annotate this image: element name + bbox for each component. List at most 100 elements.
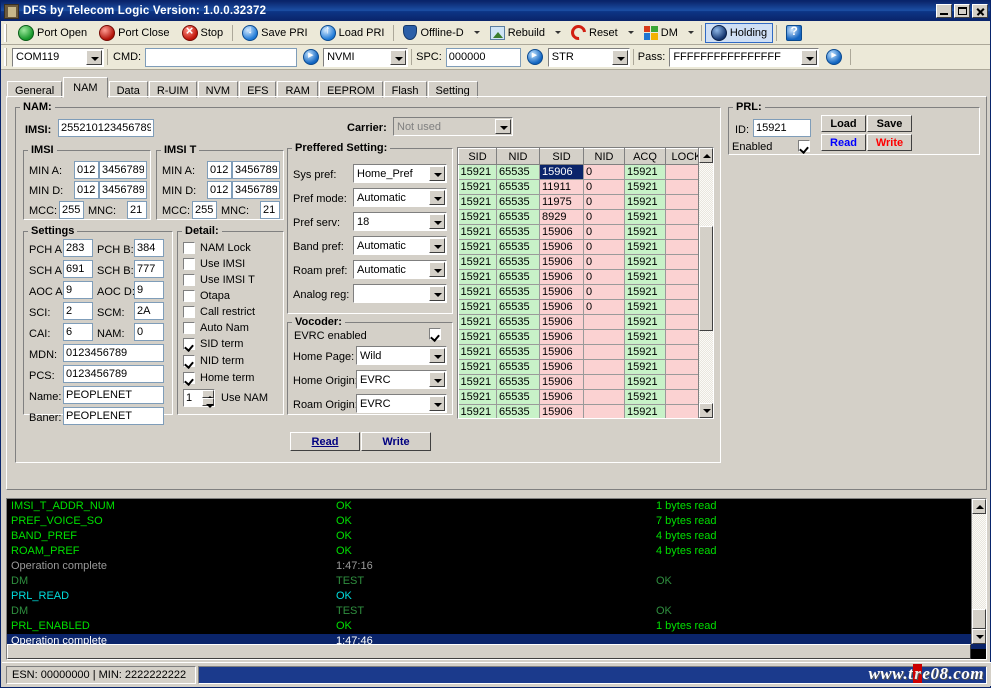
- cell-sid1[interactable]: 15921: [458, 329, 497, 345]
- cell-nid1[interactable]: 65535: [496, 269, 540, 285]
- cell-nid1[interactable]: 65535: [496, 344, 540, 360]
- column-nid2[interactable]: NID: [583, 148, 625, 165]
- cell-sid1[interactable]: 15921: [458, 344, 497, 360]
- spinner-down-icon[interactable]: [202, 398, 214, 408]
- detail-home-term[interactable]: Home term: [183, 370, 254, 385]
- imsi-min-d-1[interactable]: [74, 181, 99, 199]
- use-nam-spinner[interactable]: 1: [183, 389, 215, 408]
- baner-input[interactable]: [63, 407, 164, 425]
- band-pref-select[interactable]: Automatic: [353, 236, 447, 255]
- column-nid1[interactable]: NID: [496, 148, 540, 165]
- chevron-down-icon[interactable]: [429, 396, 445, 411]
- chevron-down-icon[interactable]: [429, 238, 445, 253]
- cell-nid2[interactable]: 0: [583, 194, 625, 210]
- column-sid2[interactable]: SID: [539, 148, 584, 165]
- list-item[interactable]: PRL_ENABLED OK 1 bytes read: [7, 619, 986, 634]
- cell-nid2[interactable]: [583, 344, 625, 360]
- chevron-down-icon[interactable]: [390, 49, 407, 65]
- pch-a-input[interactable]: [63, 239, 93, 257]
- imsi-mnc-input[interactable]: [127, 201, 147, 219]
- toolbar-grip[interactable]: [4, 23, 9, 42]
- scroll-down-icon[interactable]: [972, 629, 986, 644]
- cell-acq[interactable]: 15921: [624, 374, 666, 390]
- scroll-up-icon[interactable]: [699, 148, 713, 163]
- cell-nid2[interactable]: [583, 314, 625, 330]
- port-close-button[interactable]: Port Close: [93, 23, 175, 43]
- table-row[interactable]: 15921 65535 15906 0 15921: [458, 254, 708, 270]
- imsi-t-mcc-input[interactable]: [192, 201, 217, 219]
- cell-acq[interactable]: 15921: [624, 254, 666, 270]
- cell-sid2[interactable]: 15906: [539, 254, 584, 270]
- prl-write-button[interactable]: Write: [867, 134, 912, 151]
- nam-write-button[interactable]: Write: [361, 432, 431, 451]
- home-page-select[interactable]: Wild: [356, 346, 447, 365]
- scroll-thumb[interactable]: [972, 609, 986, 629]
- cell-nid2[interactable]: 0: [583, 224, 625, 240]
- cell-acq[interactable]: 15921: [624, 389, 666, 405]
- cell-sid2[interactable]: 15906: [539, 374, 584, 390]
- checkbox-icon[interactable]: [183, 273, 195, 286]
- scroll-track-top[interactable]: [699, 163, 713, 226]
- cmd-input[interactable]: [145, 47, 298, 67]
- cell-acq[interactable]: 15921: [624, 194, 666, 210]
- list-item[interactable]: IMSI_T_ADDR_NUM OK 1 bytes read: [7, 499, 986, 514]
- chevron-down-icon[interactable]: [801, 49, 818, 65]
- cell-sid1[interactable]: 15921: [458, 374, 497, 390]
- cell-nid2[interactable]: 0: [583, 299, 625, 315]
- cell-sid2[interactable]: 8929: [539, 209, 584, 225]
- cell-sid2[interactable]: 11975: [539, 194, 584, 210]
- cell-nid2[interactable]: 0: [583, 209, 625, 225]
- cell-nid1[interactable]: 65535: [496, 299, 540, 315]
- tab-nam[interactable]: NAM: [63, 77, 108, 98]
- aoc-d-input[interactable]: [134, 281, 164, 299]
- cai-input[interactable]: [63, 323, 93, 341]
- checkbox-icon[interactable]: [183, 371, 195, 384]
- home-origin-select[interactable]: EVRC: [356, 370, 447, 389]
- chevron-down-icon[interactable]: [611, 49, 628, 65]
- analog-reg-select[interactable]: [353, 284, 447, 303]
- close-button[interactable]: [972, 4, 988, 18]
- chevron-down-icon[interactable]: [429, 190, 445, 205]
- port-open-button[interactable]: Port Open: [12, 23, 93, 43]
- log-panel[interactable]: IMSI_T_ADDR_NUM OK 1 bytes read PREF_VOICE_…: [6, 498, 987, 660]
- cell-sid2[interactable]: 15906: [539, 314, 584, 330]
- table-row[interactable]: 15921 65535 15906 15921: [458, 329, 708, 345]
- chevron-down-icon[interactable]: [555, 31, 561, 34]
- detail-auto-nam[interactable]: Auto Nam: [183, 320, 249, 335]
- cell-nid1[interactable]: 65535: [496, 254, 540, 270]
- detail-use-imsi[interactable]: Use IMSI: [183, 256, 245, 271]
- detail-nam-lock[interactable]: NAM Lock: [183, 240, 251, 255]
- scroll-down-icon[interactable]: [699, 403, 713, 418]
- cell-nid2[interactable]: [583, 389, 625, 405]
- cell-sid2[interactable]: 11911: [539, 179, 584, 195]
- cell-sid1[interactable]: 15921: [458, 224, 497, 240]
- cell-sid2[interactable]: 15906: [539, 404, 584, 418]
- spinner-up-icon[interactable]: [202, 390, 214, 400]
- table-row[interactable]: 15921 65535 15906 15921: [458, 374, 708, 390]
- cell-sid1[interactable]: 15921: [458, 269, 497, 285]
- checkbox-icon[interactable]: [183, 321, 195, 334]
- cell-sid2[interactable]: 15906: [539, 284, 584, 300]
- detail-call-restrict[interactable]: Call restrict: [183, 304, 255, 319]
- checkbox-icon[interactable]: [183, 241, 195, 254]
- nam-read-button[interactable]: Read: [290, 432, 360, 451]
- cell-acq[interactable]: 15921: [624, 284, 666, 300]
- imsi-t-min-a-1[interactable]: [207, 161, 232, 179]
- cell-sid2[interactable]: 15906: [539, 164, 584, 180]
- list-item[interactable]: DM TEST OK: [7, 604, 986, 619]
- reset-button[interactable]: Reset: [565, 21, 624, 44]
- imsi-t-min-a-2[interactable]: [232, 161, 280, 179]
- imsi-min-a-2[interactable]: [99, 161, 147, 179]
- list-item[interactable]: DM TEST OK: [7, 574, 986, 589]
- cell-sid1[interactable]: 15921: [458, 164, 497, 180]
- cell-sid1[interactable]: 15921: [458, 194, 497, 210]
- log-scrollbar[interactable]: [971, 499, 986, 644]
- minimize-button[interactable]: [936, 4, 952, 18]
- cell-nid2[interactable]: 0: [583, 164, 625, 180]
- table-row[interactable]: 15921 65535 15906 0 15921: [458, 269, 708, 285]
- checkbox-icon[interactable]: [183, 289, 195, 302]
- table-row[interactable]: 15921 65535 15906 15921: [458, 314, 708, 330]
- chevron-down-icon[interactable]: [495, 119, 511, 134]
- cell-sid2[interactable]: 15906: [539, 224, 584, 240]
- cell-nid1[interactable]: 65535: [496, 329, 540, 345]
